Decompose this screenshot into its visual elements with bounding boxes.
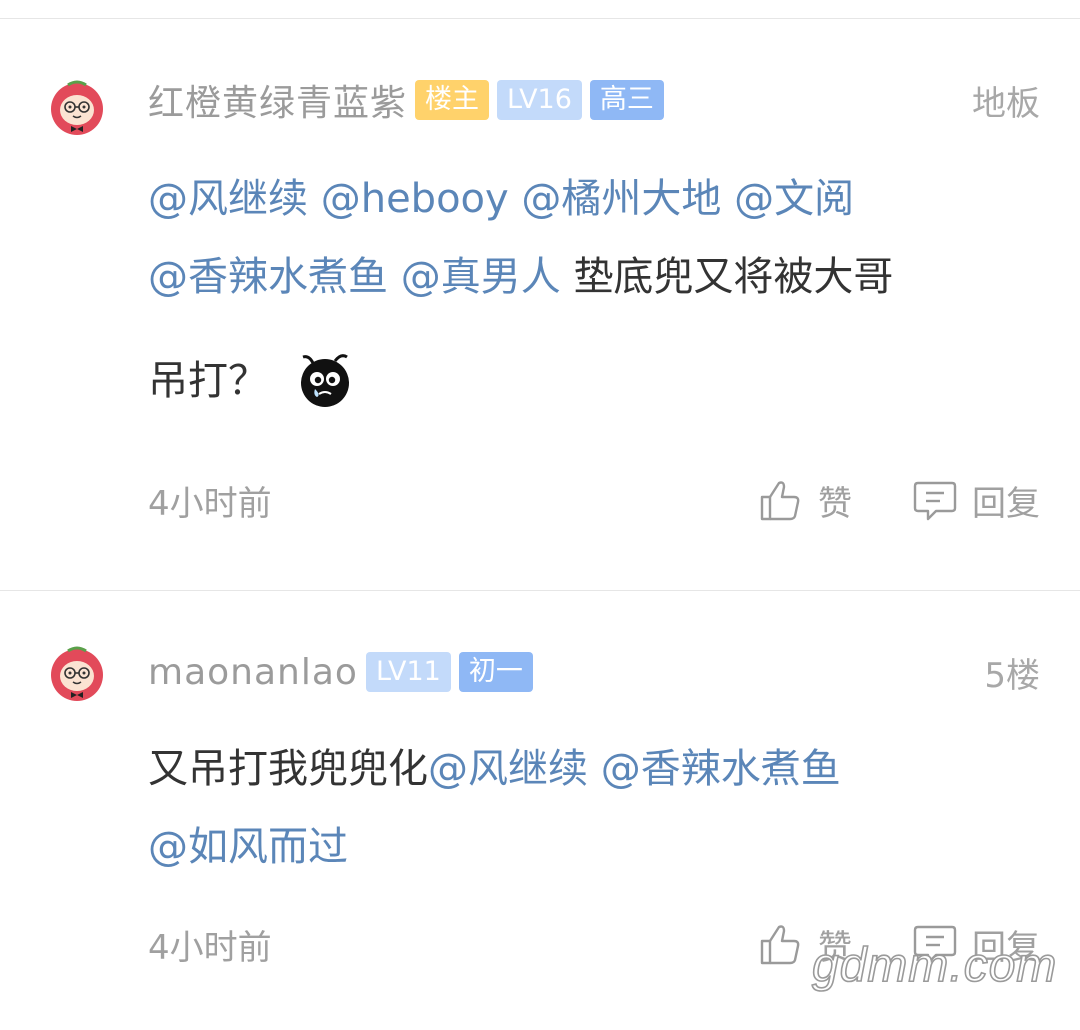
post-footer: 4小时前 赞 回复 <box>148 470 1040 530</box>
like-label: 赞 <box>818 483 852 524</box>
post-header: 红橙黄绿青蓝紫 楼主 LV16 高三 地板 <box>148 68 1040 132</box>
level-badge: LV11 <box>365 652 451 692</box>
post-text: 垫底兜又将被大哥 <box>573 254 894 300</box>
thumbs-up-icon <box>760 481 800 521</box>
owner-badge: 楼主 <box>415 80 490 120</box>
post-actions: 赞 回复 <box>758 476 1040 525</box>
post-time: 4小时前 <box>148 483 272 524</box>
like-button[interactable]: 赞 <box>758 476 852 525</box>
post-content: 又吊打我兜兜化@风继续 @香辣水煮鱼 @如风而过 <box>148 730 1028 886</box>
floor-label: 5楼 <box>984 655 1040 696</box>
mention-link[interactable]: @hebooy <box>321 176 509 222</box>
grade-badge: 高三 <box>589 80 664 120</box>
mention-link[interactable]: @文阅 <box>734 176 854 222</box>
reply-button[interactable]: 回复 <box>912 476 1040 525</box>
post-text: 又吊打我兜兜化 <box>148 746 428 792</box>
post-content: @风继续 @hebooy @橘州大地 @文阅 @香辣水煮鱼 @真男人 垫底兜又将… <box>148 160 1028 420</box>
thumbs-up-icon <box>760 925 800 965</box>
site-watermark: gdmm.com <box>811 938 1058 993</box>
comment-icon <box>913 481 957 521</box>
post-time: 4小时前 <box>148 927 272 968</box>
mention-link[interactable]: @香辣水煮鱼 <box>148 254 388 300</box>
mention-link[interactable]: @风继续 <box>428 746 588 792</box>
mention-link[interactable]: @橘州大地 <box>521 176 721 222</box>
top-divider <box>0 18 1080 19</box>
post-divider <box>0 590 1080 591</box>
username[interactable]: 红橙黄绿青蓝紫 <box>148 74 407 126</box>
mention-link[interactable]: @真男人 <box>401 254 561 300</box>
bomb-emoji-icon <box>300 354 349 407</box>
reply-label: 回复 <box>972 483 1040 524</box>
avatar[interactable] <box>46 642 108 704</box>
avatar[interactable] <box>46 76 108 138</box>
username[interactable]: maonanlao <box>148 652 358 693</box>
level-badge: LV16 <box>497 80 582 120</box>
mention-link[interactable]: @如风而过 <box>148 824 348 870</box>
content-line: @风继续 @hebooy @橘州大地 @文阅 <box>148 160 1028 238</box>
post-text: 吊打？ <box>148 358 268 404</box>
mention-link[interactable]: @香辣水煮鱼 <box>601 746 841 792</box>
mention-link[interactable]: @风继续 <box>148 176 308 222</box>
post-header: maonanlao LV11 初一 5楼 <box>148 640 1040 704</box>
content-line: @香辣水煮鱼 @真男人 垫底兜又将被大哥 <box>148 238 1028 316</box>
floor-label: 地板 <box>972 83 1040 124</box>
content-line: 又吊打我兜兜化@风继续 @香辣水煮鱼 <box>148 730 1028 808</box>
content-line: 吊打？ <box>148 342 1028 420</box>
grade-badge: 初一 <box>458 652 533 692</box>
content-line: @如风而过 <box>148 808 1028 886</box>
